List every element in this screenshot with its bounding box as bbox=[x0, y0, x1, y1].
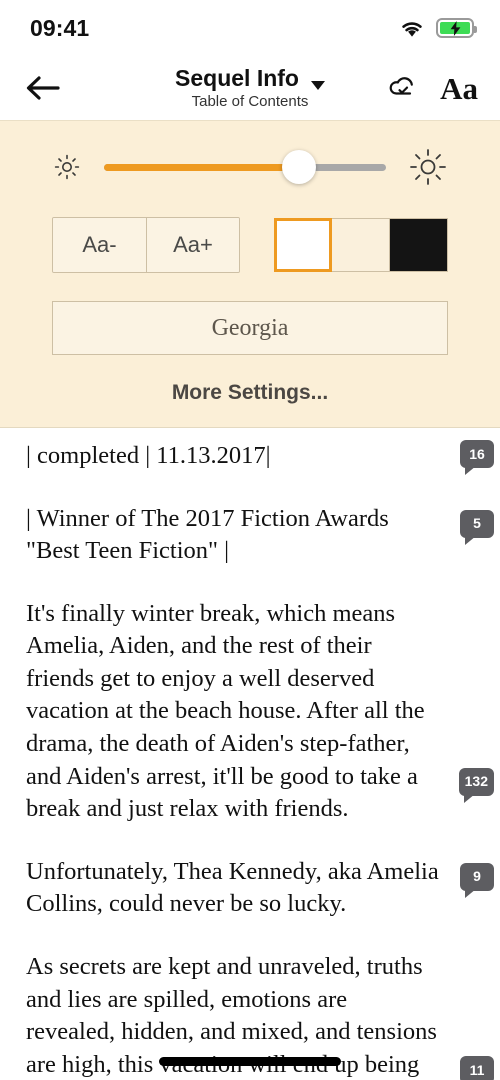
wifi-icon bbox=[402, 21, 422, 37]
back-button[interactable] bbox=[24, 74, 72, 102]
comment-count-badge[interactable]: 5 bbox=[460, 509, 494, 545]
reader-paragraph: | Winner of The 2017 Fiction Awards "Bes… bbox=[26, 503, 494, 568]
table-of-contents-link[interactable]: Table of Contents bbox=[192, 93, 309, 110]
comment-count-badge[interactable]: 16 bbox=[460, 440, 494, 475]
decrease-font-size-button[interactable]: Aa- bbox=[53, 218, 146, 272]
comment-count-badge[interactable]: 11 bbox=[460, 1055, 494, 1080]
lightning-bolt-icon bbox=[450, 20, 460, 36]
theme-swatch-sepia[interactable] bbox=[332, 218, 390, 272]
font-family-selector[interactable]: Georgia bbox=[52, 301, 448, 355]
reader-settings-panel: Aa- Aa+ Georgia More Settings... bbox=[0, 120, 500, 428]
paragraph-text: It's finally winter break, which means A… bbox=[26, 599, 425, 823]
font-size-controls: Aa- Aa+ bbox=[52, 217, 240, 273]
reader-paragraph: Unfortunately, Thea Kennedy, aka Amelia … bbox=[26, 856, 494, 921]
page-title: Sequel Info bbox=[175, 64, 299, 91]
font-and-theme-row: Aa- Aa+ bbox=[0, 217, 500, 273]
reader-content: | completed | 11.13.2017| 16 | Winner of T… bbox=[0, 428, 500, 1080]
arrow-left-icon bbox=[26, 76, 60, 100]
reader-paragraph: | completed | 11.13.2017| 16 bbox=[26, 440, 494, 475]
brightness-low-icon bbox=[54, 154, 80, 180]
battery-charging-icon bbox=[436, 18, 477, 38]
chevron-down-icon[interactable] bbox=[310, 80, 325, 90]
slider-track-fill bbox=[104, 163, 299, 171]
more-settings-link[interactable]: More Settings... bbox=[0, 381, 500, 405]
home-indicator bbox=[159, 1057, 341, 1066]
theme-swatch-light[interactable] bbox=[274, 218, 332, 272]
header-actions: Aa bbox=[388, 73, 478, 104]
brightness-high-icon bbox=[410, 149, 446, 185]
theme-swatches bbox=[274, 218, 448, 272]
theme-swatch-dark[interactable] bbox=[390, 218, 448, 272]
status-bar-indicators bbox=[399, 18, 477, 38]
status-bar: 09:41 bbox=[0, 0, 500, 56]
reader-app-screen: 09:41 Sequel Info Table of Contents Aa A… bbox=[0, 0, 500, 1080]
cloud-check-icon[interactable] bbox=[388, 76, 418, 100]
brightness-row bbox=[0, 147, 500, 187]
paragraph-text: Unfortunately, Thea Kennedy, aka Amelia … bbox=[26, 857, 439, 918]
paragraph-text: | Winner of The 2017 Fiction Awards "Bes… bbox=[26, 504, 389, 565]
slider-thumb[interactable] bbox=[281, 150, 316, 184]
app-header: Sequel Info Table of Contents Aa bbox=[0, 56, 500, 120]
status-bar-clock: 09:41 bbox=[30, 14, 90, 41]
brightness-slider[interactable] bbox=[104, 147, 386, 187]
comment-count-badge[interactable]: 9 bbox=[460, 862, 494, 898]
increase-font-size-button[interactable]: Aa+ bbox=[146, 218, 239, 272]
text-settings-button[interactable]: Aa bbox=[440, 73, 478, 104]
paragraph-text: | completed | 11.13.2017| bbox=[26, 442, 271, 469]
reader-paragraph: It's finally winter break, which means A… bbox=[26, 598, 494, 826]
comment-count-badge[interactable]: 132 bbox=[458, 767, 494, 803]
